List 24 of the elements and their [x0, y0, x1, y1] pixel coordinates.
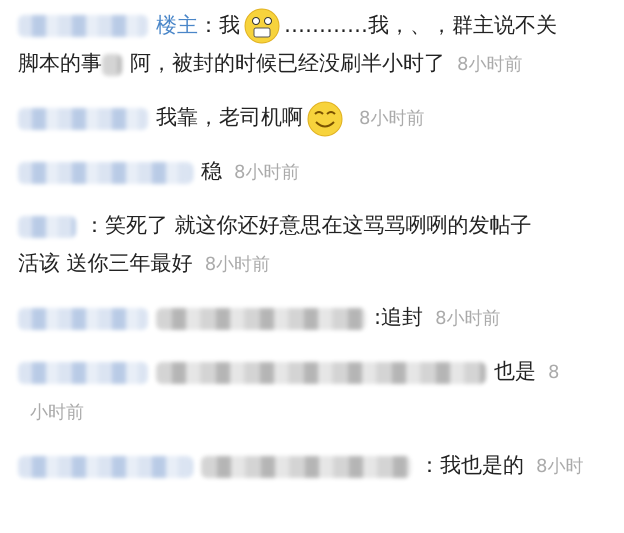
scared-face-icon: [244, 8, 280, 44]
comment-text: 也是: [494, 359, 536, 384]
blurred-username: [18, 216, 76, 238]
timestamp: 小时前: [30, 402, 84, 424]
comment-text: 我靠，老司机啊: [156, 105, 303, 130]
comment-text: 脚本的事: [18, 51, 102, 76]
smiling-face-icon: [307, 100, 343, 136]
author-label: 楼主: [156, 13, 198, 37]
timestamp: 8小时前: [457, 54, 522, 76]
timestamp: 8小时前: [359, 108, 424, 130]
comment-text: ：笑死了 就这你还好意思在这骂骂咧咧的发帖子: [84, 213, 532, 238]
timestamp: 8小时前: [234, 162, 300, 184]
comment-text: ：我也是的: [419, 453, 524, 478]
blurred-text: [102, 54, 122, 76]
timestamp: 8小时: [536, 456, 584, 478]
comment-text: 阿，被封的时候已经没刷半小时了: [130, 51, 445, 76]
timestamp: 8小时前: [435, 308, 501, 330]
comment-text: 活该 送你三年最好: [18, 251, 193, 276]
comment-text: 稳: [201, 159, 222, 184]
comment-text: …………我，、，群主说不关: [284, 13, 557, 37]
timestamp: 8小时前: [204, 254, 270, 276]
comment-text: :追封: [374, 305, 424, 330]
comment-text: ：我: [198, 13, 240, 37]
timestamp: 8: [548, 362, 560, 384]
